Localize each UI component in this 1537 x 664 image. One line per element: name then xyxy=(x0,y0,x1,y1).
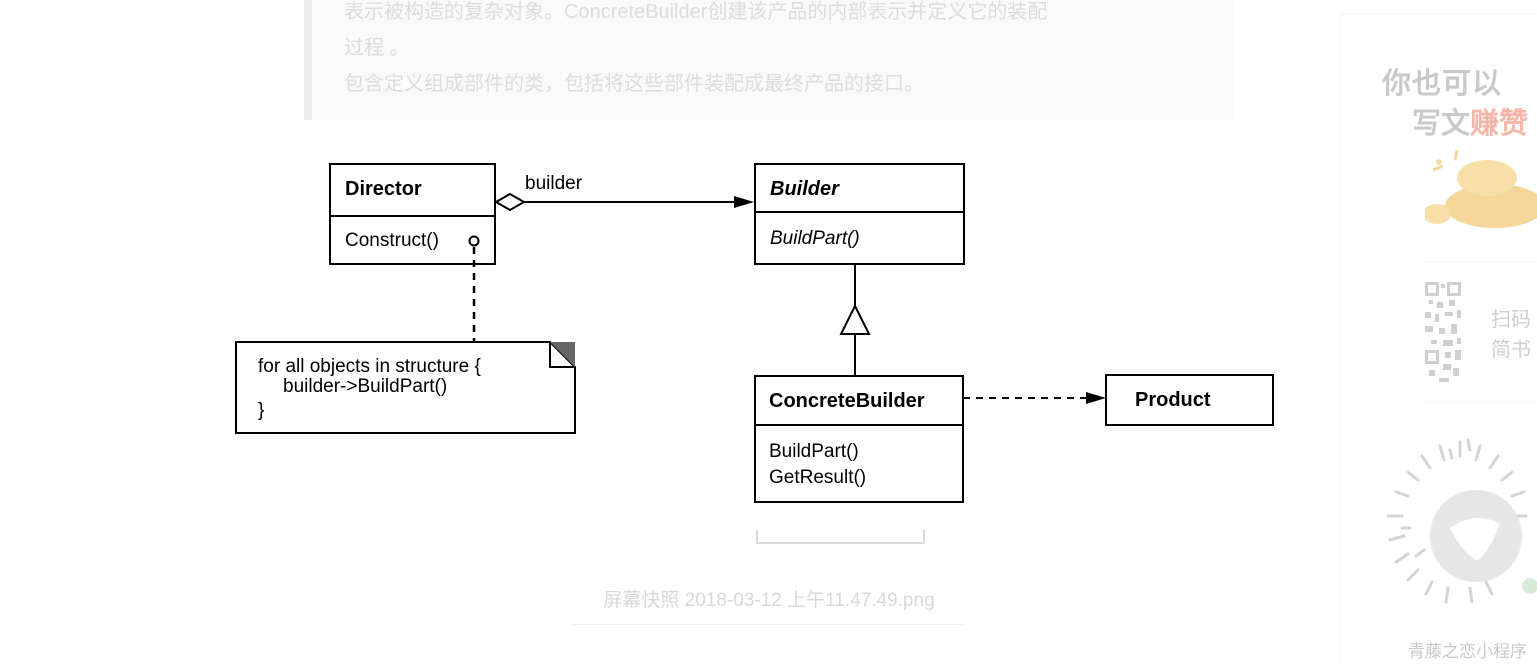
builder-class-name: Builder xyxy=(770,178,840,200)
ad-headline[interactable]: 你也可以 xyxy=(1382,60,1502,102)
construct-note: for all objects in structure { builder->… xyxy=(235,341,576,434)
sidebar-divider xyxy=(1425,262,1537,263)
director-class: Director Construct() xyxy=(329,163,496,265)
note-line-2: builder->BuildPart() xyxy=(283,376,447,397)
director-construct-method: Construct() xyxy=(345,230,439,251)
note-line-3: } xyxy=(258,400,264,421)
builder-buildpart-method: BuildPart() xyxy=(770,228,860,249)
scan-prompt: 扫码 简书 xyxy=(1491,305,1531,365)
note-line-1: for all objects in structure { xyxy=(258,356,481,377)
qr-code-icon[interactable] xyxy=(1425,282,1469,386)
builder-association-label: builder xyxy=(525,173,583,194)
scan-line-2: 简书 xyxy=(1491,339,1531,361)
builder-class: Builder BuildPart() xyxy=(754,163,965,265)
mini-program-code-icon[interactable] xyxy=(1380,436,1537,636)
figure-caption: 屏幕快照 2018-03-12 上午11.47.49.png xyxy=(572,585,966,625)
scan-line-1: 扫码 xyxy=(1491,309,1531,331)
concrete-builder-getresult-method: GetResult() xyxy=(769,467,866,488)
coins-icon xyxy=(1425,149,1537,228)
product-class: Product xyxy=(1105,374,1274,426)
director-class-name: Director xyxy=(345,178,422,200)
product-class-name: Product xyxy=(1135,389,1211,411)
builder-pattern-uml-diagram[interactable]: Director Construct() builder Builder Bui… xyxy=(0,0,1300,560)
sidebar-divider xyxy=(1425,402,1537,403)
concrete-builder-buildpart-method: BuildPart() xyxy=(769,441,859,462)
mini-program-label: 青藤之恋小程序 xyxy=(1408,642,1527,661)
concrete-builder-class: ConcreteBuilder BuildPart() GetResult() xyxy=(754,375,964,503)
concrete-builder-class-name: ConcreteBuilder xyxy=(769,390,925,412)
